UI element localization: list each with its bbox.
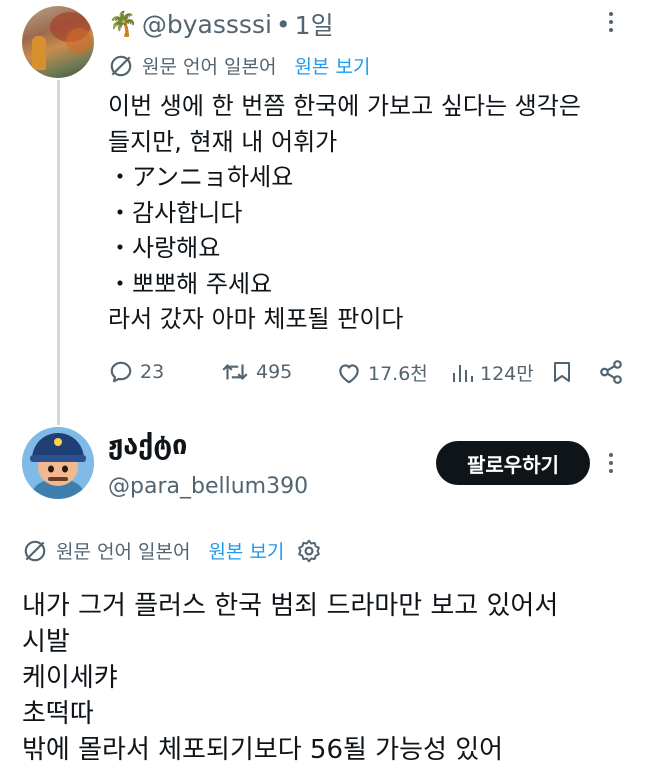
tweet-text-line: 들지만, 현재 내 어휘가 <box>108 127 338 156</box>
tweet-text-line: 이번 생에 한 번쯤 한국에 가보고 싶다는 생각은 <box>108 92 581 120</box>
tweet-body: 이번 생에 한 번쯤 한국에 가보고 싶다는 생각은 들지만, 현재 내 어휘가… <box>108 89 581 338</box>
avatar[interactable] <box>22 6 94 78</box>
repost-button[interactable]: 495 <box>220 359 292 385</box>
reply-count: 23 <box>140 361 165 383</box>
tweet-text-line: 밖에 몰라서 체포되기보다 56될 가능성 있어 <box>22 735 504 765</box>
avatar-character-image <box>22 427 94 499</box>
like-count: 17.6천 <box>368 363 428 385</box>
view-count: 124만 <box>480 363 534 385</box>
display-name[interactable]: ჟაქტი <box>108 430 187 461</box>
show-original-link[interactable]: 원본 보기 <box>294 52 370 79</box>
bookmark-button[interactable] <box>550 359 574 385</box>
gear-icon[interactable] <box>296 538 322 564</box>
translation-bar: 원문 언어 일본어 원본 보기 <box>108 52 370 79</box>
user-handle[interactable]: @byassssi <box>142 10 272 39</box>
translation-note: 원문 언어 일본어 <box>56 541 191 563</box>
translate-icon <box>110 55 132 76</box>
timestamp[interactable]: 1일 <box>295 6 334 42</box>
tweet-text-line: 초떡따 <box>22 699 94 729</box>
translate-icon <box>24 540 46 561</box>
user-handle[interactable]: @para_bellum390 <box>108 474 308 499</box>
reply-icon <box>110 361 132 383</box>
tweet-text-line: 시발 <box>22 627 70 657</box>
more-options-icon[interactable] <box>609 12 613 32</box>
heart-icon <box>339 363 359 383</box>
views-bar-chart-icon <box>453 364 473 382</box>
bookmark-icon <box>554 362 570 382</box>
repost-icon <box>222 364 248 380</box>
repost-count: 495 <box>256 361 293 383</box>
tweet-header: 🌴 @byassssi • 1일 <box>108 6 334 42</box>
tweet-text-line: 라서 갔자 아마 체포될 판이다 <box>108 305 404 333</box>
show-original-link[interactable]: 원본 보기 <box>208 537 284 564</box>
views-button[interactable]: 124만 <box>450 359 534 386</box>
separator-dot: • <box>275 9 291 39</box>
tweet-text-line: 내가 그거 플러스 한국 범죄 드라마만 보고 있어서 <box>22 591 559 621</box>
tweet-text-line: ・사랑해요 <box>108 234 221 262</box>
tweet-actions: 23 495 17.6천 124만 <box>108 357 628 387</box>
tweet-text-line: ・감사합니다 <box>108 198 243 227</box>
tweet-text-line: ・アンニョ하세요 <box>108 163 294 191</box>
share-button[interactable] <box>598 359 624 385</box>
follow-button[interactable]: 팔로우하기 <box>436 441 590 485</box>
reply-button[interactable]: 23 <box>108 359 164 385</box>
thread-connector-line <box>57 80 60 425</box>
tweet-text-line: 케이세캬 <box>22 663 118 693</box>
translation-note: 원문 언어 일본어 <box>142 56 277 78</box>
more-options-icon[interactable] <box>609 453 613 473</box>
avatar[interactable] <box>22 427 94 499</box>
tweet-text-line: ・뽀뽀해 주세요 <box>108 269 273 298</box>
tweet-body: 내가 그거 플러스 한국 범죄 드라마만 보고 있어서 시발 케이세캬 초떡따 … <box>22 588 558 768</box>
palm-tree-emoji-icon: 🌴 <box>108 10 138 38</box>
translation-bar: 원문 언어 일본어 원본 보기 <box>22 537 322 564</box>
share-icon <box>600 360 622 384</box>
like-button[interactable]: 17.6천 <box>336 359 428 386</box>
